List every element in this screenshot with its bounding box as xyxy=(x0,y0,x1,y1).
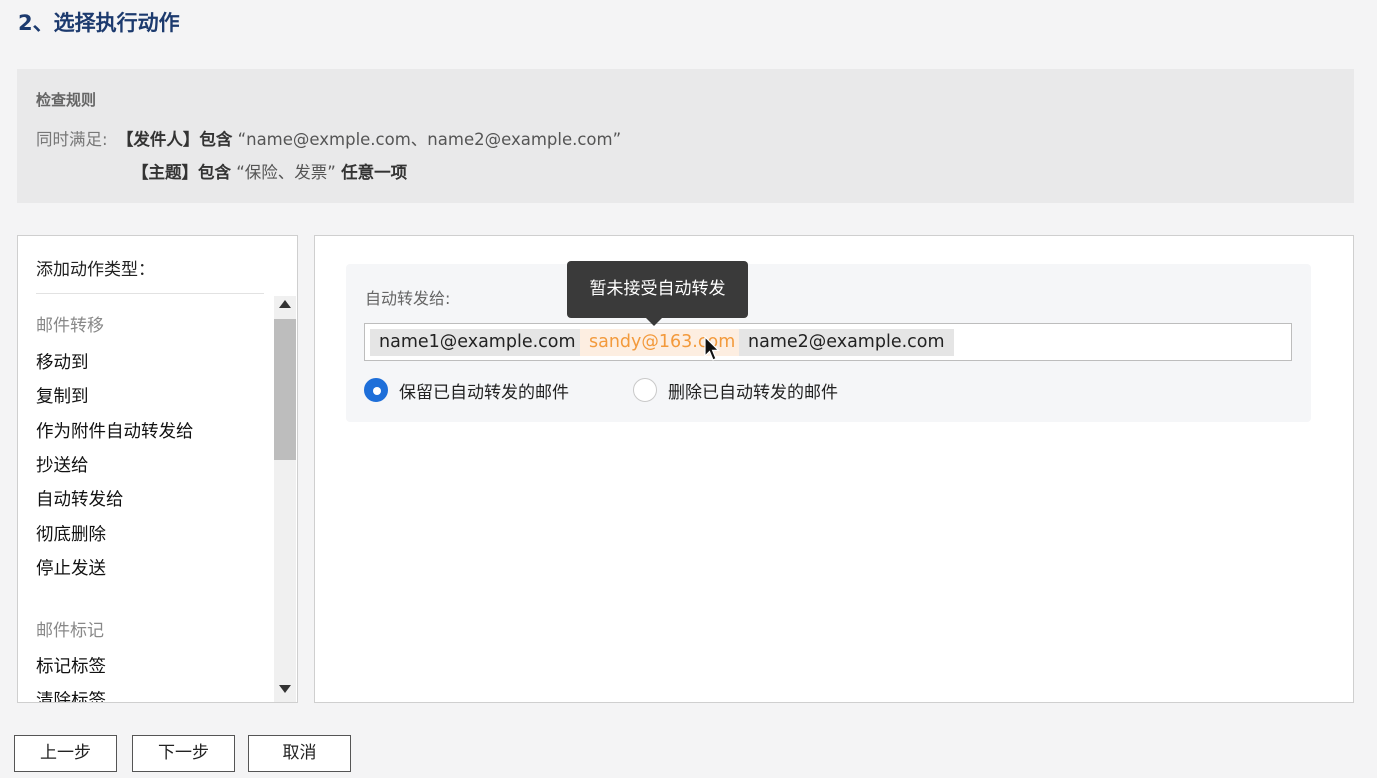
auto-forward-card: 自动转发给: name1@example.com sandy@163.com n… xyxy=(346,264,1311,422)
recipient-chip[interactable]: name1@example.com xyxy=(370,329,585,356)
tooltip: 暂未接受自动转发 xyxy=(567,261,748,318)
action-item-copy-to[interactable]: 复制到 xyxy=(36,383,89,408)
action-type-title: 添加动作类型： xyxy=(36,260,155,280)
scroll-up-arrow-icon[interactable] xyxy=(279,300,291,308)
page-title: 2、选择执行动作 xyxy=(18,11,180,35)
action-item-stop-sending[interactable]: 停止发送 xyxy=(36,555,106,580)
mouse-pointer-icon xyxy=(704,336,720,361)
action-item-move-to[interactable]: 移动到 xyxy=(36,349,89,374)
group-label-mail-transfer: 邮件转移 xyxy=(36,316,104,336)
rule-prefix: 同时满足: xyxy=(36,130,108,149)
action-item-auto-forward[interactable]: 自动转发给 xyxy=(36,486,124,511)
action-item-permanent-delete[interactable]: 彻底删除 xyxy=(36,521,106,546)
action-config-panel: 自动转发给: name1@example.com sandy@163.com n… xyxy=(314,235,1354,703)
action-item-forward-as-attachment[interactable]: 作为附件自动转发给 xyxy=(36,418,194,443)
action-type-panel: 添加动作类型： 邮件转移 移动到 复制到 作为附件自动转发给 抄送给 自动转发给… xyxy=(17,235,298,703)
action-item-cc-to[interactable]: 抄送给 xyxy=(36,452,89,477)
rule-summary-box: 检查规则 同时满足: 【发件人】包含 “name@exmple.com、name… xyxy=(17,69,1354,203)
rule-sender-field: 【发件人】包含 xyxy=(116,130,233,149)
radio-unchecked-icon[interactable] xyxy=(633,378,657,402)
rule-condition-sender: 同时满足: 【发件人】包含 “name@exmple.com、name2@exa… xyxy=(36,126,621,150)
rule-subject-value: “保险、发票” xyxy=(236,163,336,182)
radio-checked-icon[interactable] xyxy=(364,378,388,402)
prev-step-button[interactable]: 上一步 xyxy=(14,735,117,772)
tooltip-arrow xyxy=(645,317,663,326)
rule-subject-field: 【主题】包含 xyxy=(132,163,231,182)
keep-forwarded-label: 保留已自动转发的邮件 xyxy=(399,382,569,403)
rule-subject-suffix: 任意一项 xyxy=(341,163,408,182)
divider xyxy=(36,293,264,294)
scrollbar[interactable] xyxy=(274,296,296,702)
forward-recipients-input[interactable]: name1@example.com sandy@163.com name2@ex… xyxy=(364,323,1292,361)
scrollbar-thumb[interactable] xyxy=(274,319,296,460)
next-step-button[interactable]: 下一步 xyxy=(132,735,235,772)
scroll-down-arrow-icon[interactable] xyxy=(279,685,291,693)
rule-heading: 检查规则 xyxy=(36,91,97,109)
keep-forwarded-option[interactable]: 保留已自动转发的邮件 xyxy=(364,377,569,403)
action-item-clear-label[interactable]: 清除标签 xyxy=(36,687,106,702)
action-item-mark-label[interactable]: 标记标签 xyxy=(36,653,106,678)
recipient-chip[interactable]: name2@example.com xyxy=(739,329,954,356)
auto-forward-label: 自动转发给: xyxy=(365,289,451,308)
group-label-mail-mark: 邮件标记 xyxy=(36,621,104,641)
delete-forwarded-option[interactable]: 删除已自动转发的邮件 xyxy=(633,377,838,403)
cancel-button[interactable]: 取消 xyxy=(248,735,351,772)
delete-forwarded-label: 删除已自动转发的邮件 xyxy=(668,382,838,403)
rule-sender-value: “name@exmple.com、name2@example.com” xyxy=(237,130,622,149)
rule-condition-subject: 【主题】包含 “保险、发票” 任意一项 xyxy=(132,159,407,183)
